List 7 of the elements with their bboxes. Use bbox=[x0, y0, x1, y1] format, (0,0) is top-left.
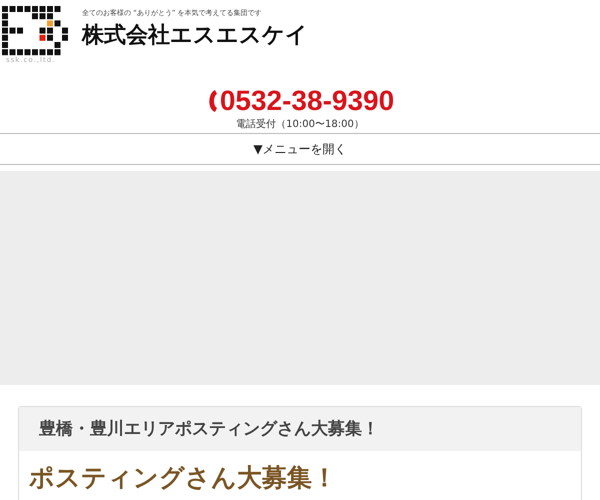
section-heading: ポスティングさん大募集！ bbox=[29, 463, 337, 492]
menu-toggle[interactable]: ▼メニューを開く bbox=[0, 133, 600, 165]
logo-icon bbox=[2, 6, 70, 56]
phone-hours: 電話受付（10:00〜18:00） bbox=[236, 118, 364, 131]
phone-number[interactable]: 0532-38-9390 bbox=[220, 86, 394, 116]
card-title: 豊橋・豊川エリアポスティングさん大募集！ bbox=[39, 419, 379, 439]
company-name: 株式会社エスエスケイ bbox=[82, 22, 308, 50]
